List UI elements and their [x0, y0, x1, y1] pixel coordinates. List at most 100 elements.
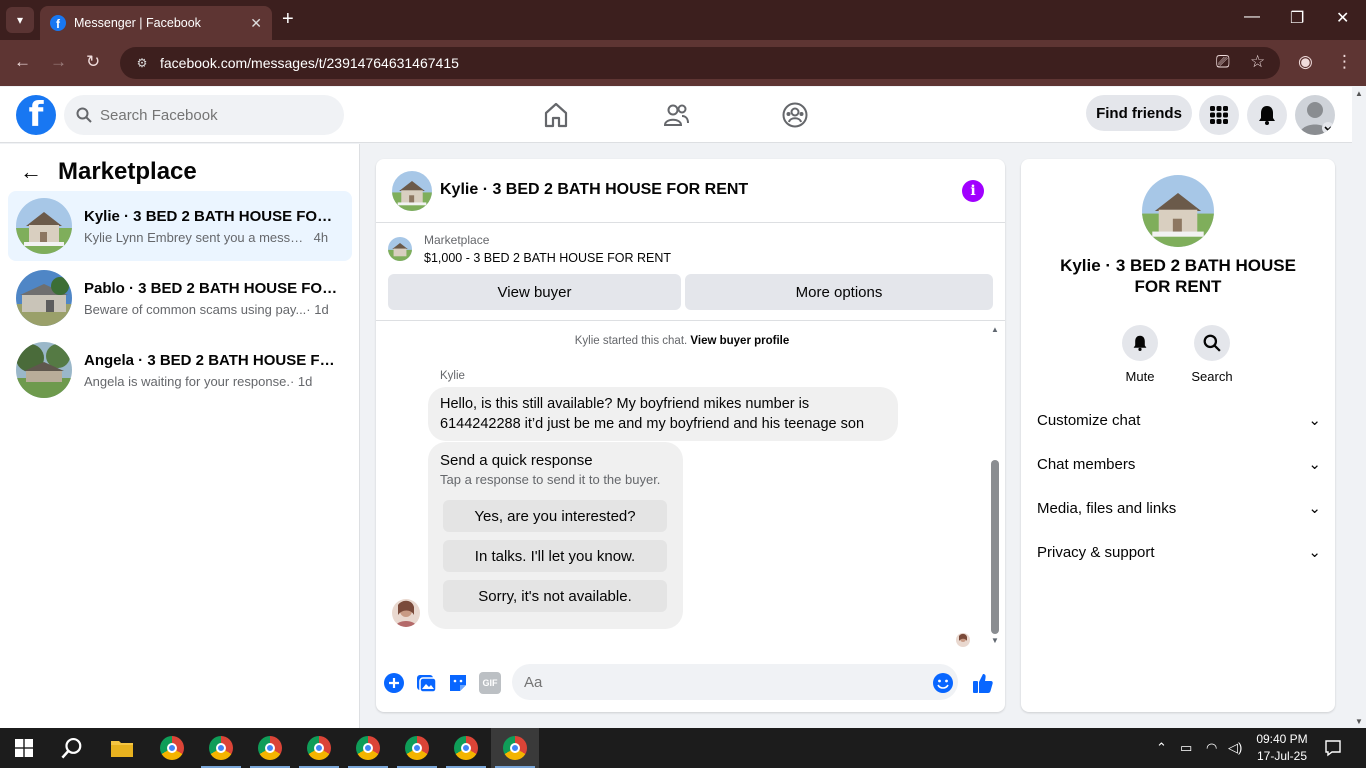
clock-time: 09:40 PM [1256, 732, 1308, 746]
facebook-search-box[interactable] [64, 95, 344, 135]
mute-action[interactable]: Mute [1110, 325, 1170, 384]
browser-tab-active[interactable]: f Messenger | Facebook ✕ [40, 6, 272, 40]
bell-icon [1133, 335, 1147, 351]
quick-response-yes[interactable]: Yes, are you interested? [443, 500, 667, 532]
groups-icon[interactable] [781, 101, 809, 129]
start-button[interactable] [0, 728, 48, 768]
chrome-profile-taskbar-button[interactable] [246, 728, 294, 768]
chrome-profile-taskbar-button[interactable] [295, 728, 343, 768]
bookmark-star-icon[interactable]: ☆ [1250, 52, 1265, 72]
quick-response-title: Send a quick response [440, 452, 593, 469]
scrollbar-thumb[interactable] [991, 460, 999, 634]
notifications-button[interactable] [1247, 95, 1287, 135]
listing-thumbnail [388, 237, 412, 261]
thread-scrollbar[interactable]: ▲ ▼ [990, 322, 1000, 652]
site-info-icon[interactable]: ⚙ [132, 53, 152, 73]
quick-response-in-talks[interactable]: In talks. I'll let you know. [443, 540, 667, 572]
taskbar-clock[interactable]: 09:40 PM 17-Jul-25 [1252, 731, 1312, 765]
sender-avatar[interactable] [392, 599, 420, 627]
new-tab-button[interactable]: + [282, 8, 294, 31]
gif-icon[interactable]: GIF [479, 672, 501, 694]
chrome-profile-taskbar-button-active[interactable] [491, 728, 539, 768]
listing-title[interactable]: $1,000 - 3 BED 2 BATH HOUSE FOR RENT [424, 251, 671, 265]
sticker-icon[interactable] [447, 672, 469, 694]
chevron-down-icon: ⌄ [1308, 500, 1321, 517]
browser-menu-icon[interactable]: ⋮ [1336, 52, 1353, 72]
chevron-up-icon[interactable]: ⌃ [1156, 740, 1167, 756]
conversation-item-kylie[interactable]: Kylie · 3 BED 2 BATH HOUSE FOR RENT Kyli… [8, 191, 352, 261]
maximize-button[interactable]: ❐ [1290, 8, 1304, 28]
search-input[interactable] [100, 106, 320, 124]
account-avatar[interactable] [1295, 95, 1335, 135]
bell-icon [1259, 106, 1275, 125]
view-buyer-profile-link[interactable]: View buyer profile [690, 335, 789, 347]
scroll-up-icon[interactable]: ▲ [991, 325, 999, 334]
find-friends-button[interactable]: Find friends [1086, 95, 1192, 131]
back-arrow-icon[interactable]: ← [20, 159, 42, 185]
facebook-logo-icon[interactable]: f [16, 95, 56, 135]
chrome-profile-taskbar-button[interactable] [344, 728, 392, 768]
tab-close-icon[interactable]: ✕ [250, 15, 262, 32]
conversation-item-pablo[interactable]: Pablo · 3 BED 2 BATH HOUSE FOR RENT Bewa… [8, 263, 352, 333]
file-explorer-button[interactable] [98, 728, 146, 768]
friends-icon[interactable] [662, 101, 690, 129]
conversation-time: · 1d [289, 373, 313, 389]
page-scrollbar[interactable]: ▲ ▼ [1352, 87, 1366, 728]
scroll-down-icon[interactable]: ▼ [991, 636, 999, 645]
install-app-icon[interactable]: ⎚ [1216, 52, 1230, 72]
message-input-box[interactable] [512, 664, 958, 700]
photo-icon[interactable] [415, 672, 437, 694]
windows-logo-icon [15, 739, 33, 757]
chat-title[interactable]: Kylie · 3 BED 2 BATH HOUSE FOR RENT [440, 181, 748, 199]
scroll-up-icon[interactable]: ▲ [1355, 89, 1363, 98]
battery-icon[interactable]: ▭ [1180, 740, 1192, 756]
tab-search-button[interactable]: ▾ [6, 7, 34, 33]
url-field[interactable]: ⚙ facebook.com/messages/t/23914764631467… [120, 47, 1280, 79]
minimize-button[interactable]: — [1244, 8, 1260, 26]
quick-response-not-available[interactable]: Sorry, it's not available. [443, 580, 667, 612]
scroll-down-icon[interactable]: ▼ [1355, 717, 1363, 726]
chrome-taskbar-button[interactable] [148, 728, 196, 768]
chrome-profile-taskbar-button[interactable] [442, 728, 490, 768]
windows-taskbar: ⌃ ▭ ◠ ◁) 09:40 PM 17-Jul-25 [0, 728, 1366, 768]
chrome-icon [160, 736, 184, 760]
home-icon[interactable] [542, 101, 570, 129]
section-label: Customize chat [1037, 411, 1141, 429]
info-icon[interactable]: i [962, 180, 984, 202]
thumbs-up-icon[interactable] [972, 672, 994, 694]
chat-thumbnail[interactable] [392, 171, 432, 211]
chat-panel: Kylie · 3 BED 2 BATH HOUSE FOR RENT i Ma… [376, 159, 1005, 712]
chat-members-section[interactable]: Chat members ⌄ [1037, 444, 1321, 484]
chrome-profile-taskbar-button[interactable] [393, 728, 441, 768]
media-files-links-section[interactable]: Media, files and links ⌄ [1037, 488, 1321, 528]
menu-grid-button[interactable] [1199, 95, 1239, 135]
emoji-icon[interactable] [932, 672, 954, 694]
conversation-item-angela[interactable]: Angela · 3 BED 2 BATH HOUSE FOR RENT Ang… [8, 335, 352, 405]
folder-icon [111, 741, 133, 757]
privacy-support-section[interactable]: Privacy & support ⌄ [1037, 532, 1321, 572]
plus-circle-icon[interactable] [383, 672, 405, 694]
reload-icon[interactable]: ↻ [86, 52, 100, 72]
message-input[interactable] [524, 673, 904, 691]
profile-icon[interactable]: ◉ [1298, 52, 1313, 72]
notification-center-icon[interactable] [1324, 739, 1342, 757]
volume-icon[interactable]: ◁) [1228, 740, 1242, 756]
close-window-button[interactable]: ✕ [1336, 8, 1349, 28]
chrome-profile-taskbar-button[interactable] [197, 728, 245, 768]
chrome-icon [503, 736, 527, 760]
search-action[interactable]: Search [1182, 325, 1242, 384]
more-options-button[interactable]: More options [685, 274, 993, 310]
view-buyer-button[interactable]: View buyer [388, 274, 681, 310]
quick-response-subtitle: Tap a response to send it to the buyer. [440, 472, 661, 487]
chrome-icon [405, 736, 429, 760]
chrome-icon [454, 736, 478, 760]
taskbar-search-button[interactable] [48, 728, 96, 768]
chrome-icon [356, 736, 380, 760]
back-arrow-icon[interactable]: ← [14, 52, 31, 72]
started-text: Kylie started this chat. [574, 335, 688, 347]
wifi-icon[interactable]: ◠ [1206, 740, 1217, 756]
url-text: facebook.com/messages/t/2391476463146741… [160, 55, 459, 71]
customize-chat-section[interactable]: Customize chat ⌄ [1037, 400, 1321, 440]
tab-title: Messenger | Facebook [74, 16, 201, 30]
forward-arrow-icon[interactable]: → [50, 52, 67, 72]
